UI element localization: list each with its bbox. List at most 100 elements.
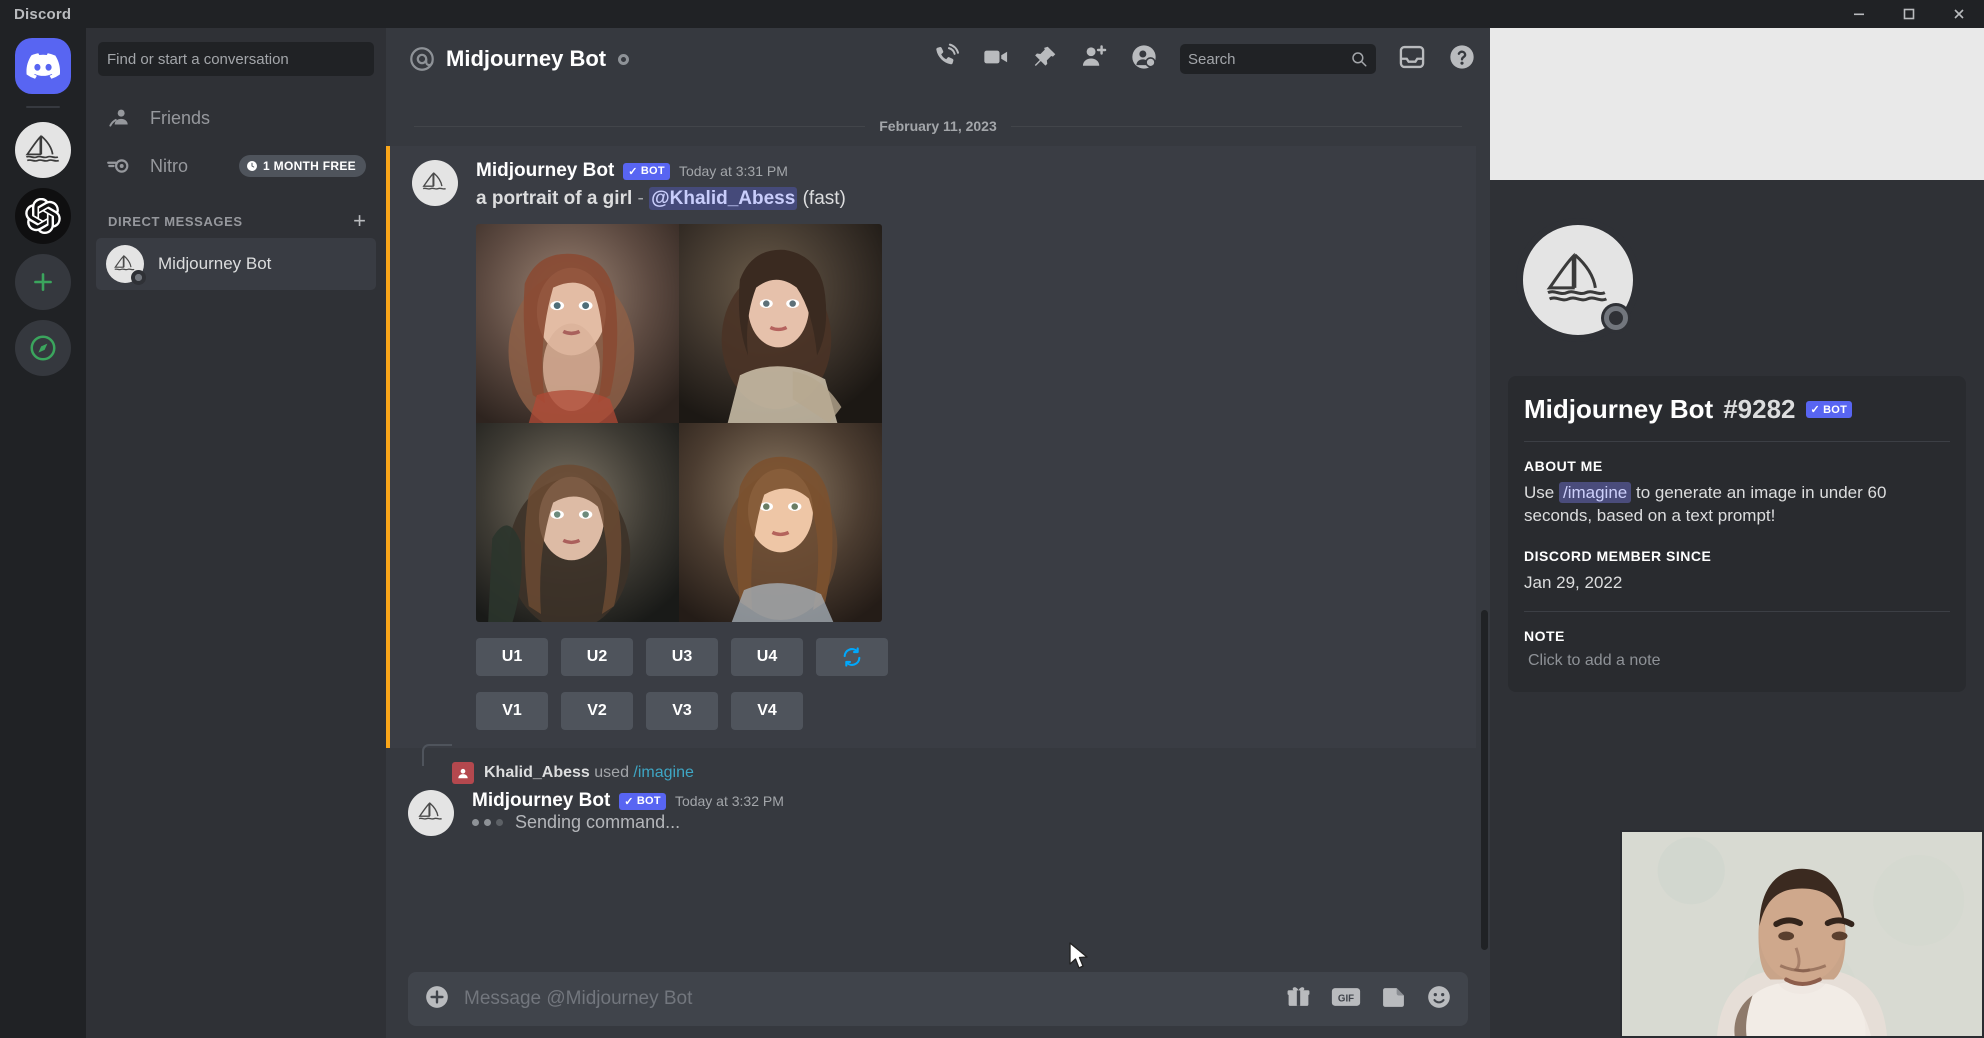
profile-username-row: Midjourney Bot#9282 ✓ BOT [1524,394,1950,425]
status-badge [618,54,629,65]
bot-badge-label: BOT [637,795,661,807]
inbox-icon[interactable] [1398,43,1426,76]
button-v3[interactable]: V3 [646,692,718,730]
message-timestamp: Today at 3:32 PM [675,793,784,809]
pin-icon[interactable] [1032,44,1058,75]
user-mention[interactable]: @Khalid_Abess [649,187,797,210]
profile-card: Midjourney Bot#9282 ✓ BOT ABOUT ME Use /… [1508,376,1966,692]
bot-badge: ✓ BOT [1806,401,1853,418]
sending-status: Sending command... [472,812,1468,833]
openai-logo-icon [25,198,61,234]
note-input[interactable]: Click to add a note [1524,652,1950,670]
mouse-cursor [1069,942,1091,977]
message-header: Midjourney Bot ✓ BOT Today at 3:32 PM [472,790,1468,812]
guild-explore[interactable] [15,320,71,376]
avatar [106,245,144,283]
button-u4[interactable]: U4 [731,638,803,676]
profile-avatar[interactable] [1516,218,1640,342]
guild-midjourney[interactable] [15,122,71,178]
button-u2[interactable]: U2 [561,638,633,676]
dm-list: Midjourney Bot [86,238,386,290]
dm-item-midjourney-bot[interactable]: Midjourney Bot [96,238,376,290]
message-timestamp: Today at 3:31 PM [679,163,788,179]
attach-file-icon[interactable] [424,984,450,1015]
minimize-icon[interactable] [1834,0,1884,28]
video-call-icon[interactable] [982,43,1010,76]
imagine-command-chip[interactable]: /imagine [1559,482,1631,503]
guild-openai[interactable] [15,188,71,244]
voice-call-icon[interactable] [932,43,960,76]
guild-add-server[interactable] [15,254,71,310]
sailboat-icon [1540,250,1616,310]
search-input[interactable]: Search [1180,44,1376,74]
clock-icon [246,160,258,172]
avatar[interactable] [412,160,458,206]
chat-area: Midjourney Bot [386,28,1490,1038]
friends-label: Friends [150,108,210,129]
emoji-icon[interactable] [1426,984,1452,1015]
bot-badge: ✓ BOT [619,793,666,810]
button-v1[interactable]: V1 [476,692,548,730]
system-command-row: Khalid_Abess used /imagine [386,748,1490,784]
button-v4[interactable]: V4 [731,692,803,730]
button-u1[interactable]: U1 [476,638,548,676]
message-input-placeholder[interactable]: Message @Midjourney Bot [464,988,1272,1010]
verified-check-icon: ✓ [624,795,634,808]
button-reroll[interactable] [816,638,888,676]
generated-image-1[interactable] [476,224,679,423]
search-placeholder: Search [1188,51,1350,68]
message-author[interactable]: Midjourney Bot [476,160,614,182]
direct-messages-header: DIRECT MESSAGES + [86,190,386,238]
gif-icon[interactable]: GIF [1331,986,1361,1013]
sidebar-item-friends[interactable]: Friends [96,94,376,142]
sailboat-icon [22,133,64,167]
upscale-button-row: U1 U2 U3 U4 [476,638,1454,676]
bot-badge-label: BOT [641,165,665,177]
prompt-separator: - [638,188,644,209]
generated-image-4[interactable] [679,423,882,622]
new-dm-plus-icon[interactable]: + [353,210,366,232]
user-profile-icon[interactable] [1130,43,1158,76]
profile-divider-1 [1524,441,1950,442]
bot-badge: ✓ BOT [623,163,670,180]
generated-image-2[interactable] [679,224,882,423]
svg-text:GIF: GIF [1338,993,1354,1004]
sticker-icon[interactable] [1381,984,1406,1014]
message-author[interactable]: Midjourney Bot [472,790,610,812]
maximize-icon[interactable] [1884,0,1934,28]
sailboat-icon [416,801,446,825]
sidebar-item-nitro[interactable]: Nitro 1 MONTH FREE [96,142,376,190]
chat-scrollbar[interactable] [1481,610,1488,950]
profile-divider-2 [1524,611,1950,612]
webcam-overlay [1620,830,1984,1038]
add-friend-icon[interactable] [1080,43,1108,76]
find-conversation-placeholder: Find or start a conversation [107,51,289,68]
friends-icon [106,105,132,131]
guild-discord-home[interactable] [15,38,71,94]
close-icon[interactable] [1934,0,1984,28]
command-name[interactable]: /imagine [633,764,693,781]
chat-header-actions: Search [932,43,1476,76]
find-conversation-input[interactable]: Find or start a conversation [98,42,374,76]
nitro-badge: 1 MONTH FREE [239,155,366,177]
avatar[interactable] [408,790,454,836]
generated-image-grid[interactable] [476,224,882,622]
compass-icon [28,333,58,363]
help-icon[interactable] [1448,43,1476,76]
message-composer[interactable]: Message @Midjourney Bot GIF [408,972,1468,1026]
dm-nav: Friends Nitro 1 MONTH FREE [86,94,386,190]
member-since-value: Jan 29, 2022 [1524,572,1950,595]
nitro-badge-label: 1 MONTH FREE [263,159,356,173]
command-used-label: used [594,764,629,781]
nitro-icon [106,153,132,179]
gift-icon[interactable] [1286,984,1311,1014]
status-badge [1601,303,1631,333]
divider-line-left [414,126,865,127]
generated-image-3[interactable] [476,423,679,622]
button-u3[interactable]: U3 [646,638,718,676]
button-v2[interactable]: V2 [561,692,633,730]
command-username[interactable]: Khalid_Abess [484,764,590,781]
date-divider: February 11, 2023 [386,90,1490,134]
system-command-text: Khalid_Abess used /imagine [484,764,694,782]
dm-item-label: Midjourney Bot [158,254,271,274]
